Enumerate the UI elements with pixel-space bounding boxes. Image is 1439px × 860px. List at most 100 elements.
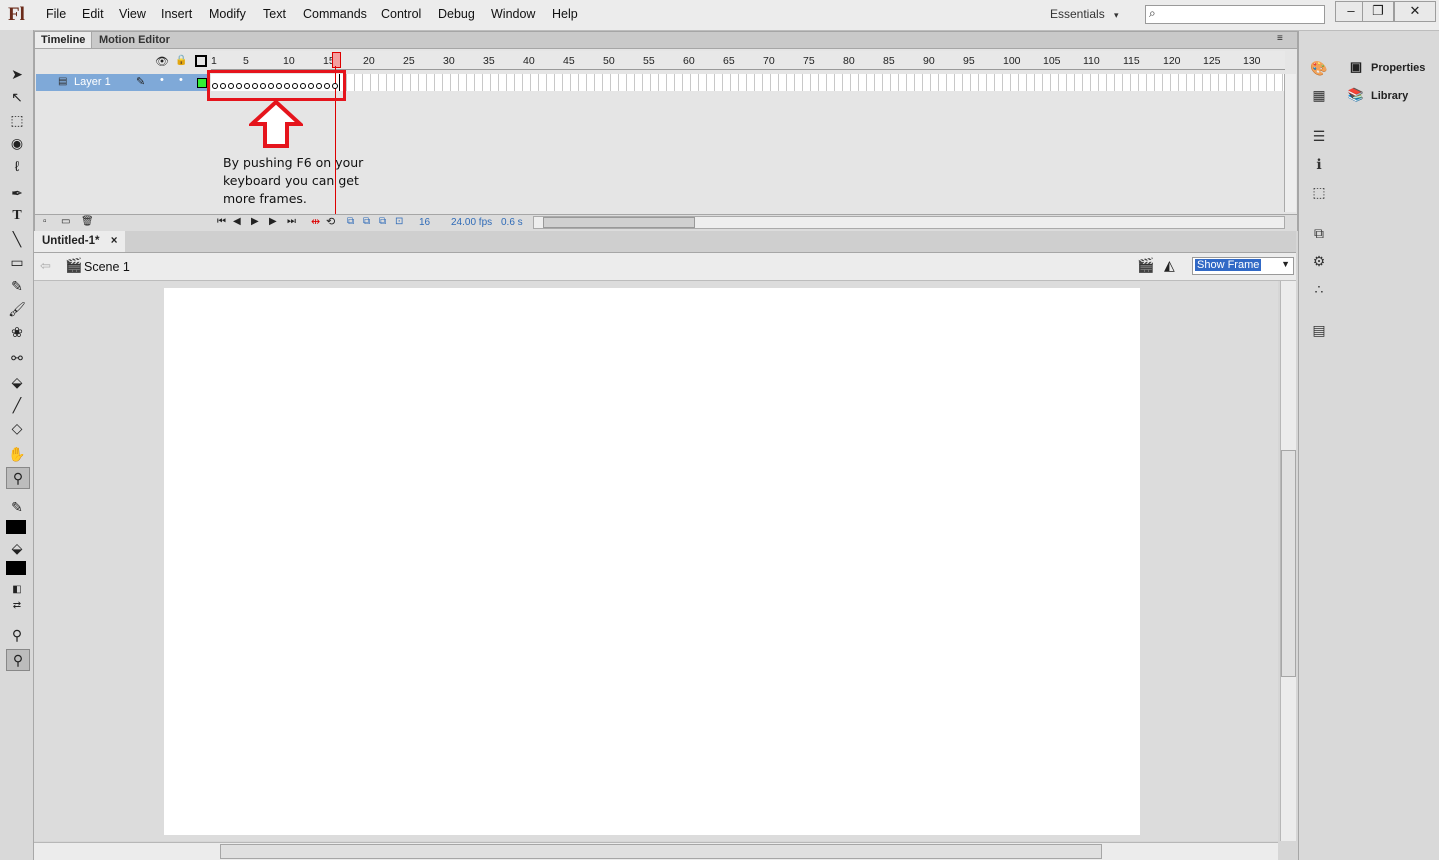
movie-explorer-icon[interactable]: ▤ — [1310, 321, 1328, 339]
subselection-icon[interactable]: ↖ — [6, 87, 28, 107]
keyframe[interactable] — [268, 83, 274, 89]
zoom-in-icon[interactable]: ⚲ — [6, 625, 28, 645]
library-panel-button[interactable]: 📚 Library — [1347, 87, 1408, 103]
keyframe[interactable] — [212, 83, 218, 89]
frame-ruler[interactable]: 1 5 10 15 20 25 30 35 40 45 50 55 60 65 70 75 80 85 90 95 10… — [211, 51, 1285, 70]
frame-rate[interactable]: 24.00 fps — [451, 217, 492, 228]
menu-insert[interactable]: Insert — [161, 7, 192, 21]
zoom-icon[interactable]: ⚲ — [6, 467, 30, 489]
color-icon[interactable]: 🎨 — [1310, 59, 1328, 77]
swatches-icon[interactable]: ▦ — [1310, 86, 1328, 104]
first-frame-icon[interactable]: ⏮ — [217, 216, 226, 227]
eyedropper-icon[interactable]: ╱ — [6, 395, 28, 415]
keyframe[interactable] — [252, 83, 258, 89]
tab-motion-editor[interactable]: Motion Editor — [93, 32, 176, 48]
stage-vertical-thumb[interactable] — [1281, 450, 1296, 677]
restore-button[interactable]: ❐ — [1362, 1, 1394, 22]
keyframe[interactable] — [236, 83, 242, 89]
center-frame-icon[interactable]: ⇹ — [311, 215, 320, 228]
line-icon[interactable]: ╲ — [6, 229, 28, 249]
close-icon[interactable]: × — [111, 235, 118, 247]
free-transform-icon[interactable]: ⬚ — [6, 110, 28, 130]
3d-rotation-icon[interactable]: ◉ — [6, 133, 28, 153]
modify-markers-icon[interactable]: ⊡ — [395, 216, 403, 227]
loop-icon[interactable]: ⟲ — [326, 215, 335, 228]
scene-label[interactable]: Scene 1 — [84, 260, 130, 274]
keyframe[interactable] — [220, 83, 226, 89]
transform-icon[interactable]: ⬚ — [1310, 183, 1328, 201]
zoom-select[interactable]: Show Frame ▼ — [1192, 257, 1294, 275]
keyframe[interactable] — [308, 83, 314, 89]
menu-file[interactable]: File — [46, 7, 66, 21]
zoom-out-icon[interactable]: ⚲ — [6, 649, 30, 671]
step-forward-icon[interactable]: ▶ — [269, 216, 277, 227]
last-frame-icon[interactable]: ⏭ — [287, 216, 296, 227]
menu-window[interactable]: Window — [491, 7, 535, 21]
keyframe[interactable] — [228, 83, 234, 89]
pen-icon[interactable]: ✒ — [6, 183, 28, 203]
lasso-icon[interactable]: ℓ — [6, 156, 28, 176]
step-back-icon[interactable]: ◀ — [233, 216, 241, 227]
visibility-dot-icon[interactable]: • — [160, 74, 164, 86]
outline-icon[interactable] — [195, 55, 207, 67]
timeline-vertical-scrollbar[interactable] — [1284, 74, 1296, 212]
document-tab[interactable]: Untitled-1* × — [34, 231, 126, 252]
search-input[interactable]: ⌕ — [1145, 5, 1325, 24]
deco-icon[interactable]: ❀ — [6, 322, 28, 342]
workspace-switcher[interactable]: Essentials ▾ — [1050, 7, 1119, 21]
layer-color-icon[interactable] — [197, 78, 207, 88]
new-layer-icon[interactable]: ▫ — [43, 216, 47, 227]
edit-symbols-icon[interactable]: ◭ — [1164, 257, 1175, 274]
lock-dot-icon[interactable]: • — [179, 74, 183, 86]
menu-modify[interactable]: Modify — [209, 7, 246, 21]
selection-icon[interactable]: ➤ — [6, 64, 28, 84]
align-icon[interactable]: ☰ — [1310, 127, 1328, 145]
components-icon[interactable]: ⚙ — [1310, 252, 1328, 270]
menu-help[interactable]: Help — [552, 7, 578, 21]
current-frame[interactable]: 16 — [419, 217, 430, 228]
keyframe[interactable] — [324, 83, 330, 89]
menu-commands[interactable]: Commands — [303, 7, 367, 21]
menu-edit[interactable]: Edit — [82, 7, 104, 21]
play-icon[interactable]: ▶ — [251, 216, 259, 227]
stage-canvas[interactable] — [164, 288, 1140, 835]
keyframe[interactable] — [260, 83, 266, 89]
playhead[interactable] — [332, 52, 341, 68]
new-folder-icon[interactable]: ▭ — [61, 216, 70, 227]
delete-icon[interactable]: 🗑 — [81, 216, 94, 227]
menu-view[interactable]: View — [119, 7, 146, 21]
bone-icon[interactable]: ⚯ — [6, 348, 28, 368]
layer-row[interactable]: ▤ Layer 1 ✎ • • — [36, 74, 209, 91]
paint-bucket-icon[interactable]: ⬙ — [6, 372, 28, 392]
timeline-scroll-thumb[interactable] — [543, 217, 695, 228]
tab-timeline[interactable]: Timeline — [35, 32, 93, 48]
back-arrow-icon[interactable]: ⇦ — [40, 258, 51, 274]
edit-multiple-icon[interactable]: ⧉ — [379, 216, 386, 227]
panel-menu-icon[interactable]: ≡ — [1277, 33, 1283, 44]
brush-icon[interactable]: 🖌 — [6, 299, 28, 319]
menu-text[interactable]: Text — [263, 7, 286, 21]
keyframe[interactable] — [244, 83, 250, 89]
keyframe[interactable] — [292, 83, 298, 89]
keyframe[interactable] — [300, 83, 306, 89]
menu-control[interactable]: Control — [381, 7, 421, 21]
eraser-icon[interactable]: ◇ — [6, 418, 28, 438]
onion-outline-icon[interactable]: ⧉ — [363, 216, 370, 227]
properties-panel-button[interactable]: ▣ Properties — [1347, 59, 1426, 75]
keyframe[interactable] — [276, 83, 282, 89]
close-button[interactable]: ✕ — [1394, 1, 1436, 22]
edit-scene-icon[interactable]: 🎬 — [1137, 257, 1154, 274]
stage-horizontal-thumb[interactable] — [220, 844, 1102, 859]
code-snippets-icon[interactable]: ⧉ — [1310, 224, 1328, 242]
menu-debug[interactable]: Debug — [438, 7, 475, 21]
keyframe[interactable] — [332, 83, 338, 89]
lock-icon[interactable]: 🔒 — [175, 55, 187, 66]
eye-icon[interactable]: 👁 — [155, 55, 169, 68]
onion-skin-icon[interactable]: ⧉ — [347, 216, 354, 227]
keyframe[interactable] — [316, 83, 322, 89]
frames-grid[interactable] — [211, 74, 1285, 91]
rectangle-icon[interactable]: ▭ — [6, 252, 28, 272]
motion-presets-icon[interactable]: ∴ — [1310, 280, 1328, 298]
pencil-icon[interactable]: ✎ — [6, 276, 28, 296]
keyframe[interactable] — [284, 83, 290, 89]
